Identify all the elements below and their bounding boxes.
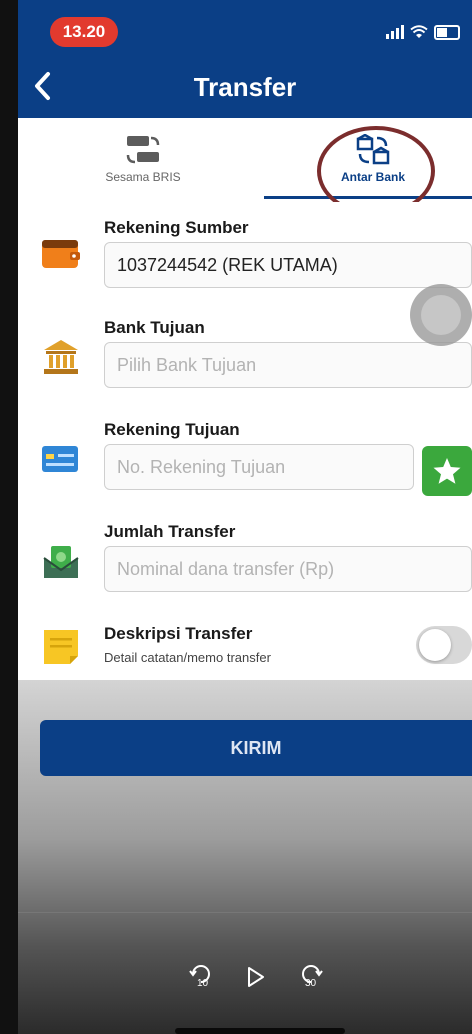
description-label: Deskripsi Transfer xyxy=(104,624,253,643)
star-icon xyxy=(433,458,461,484)
left-bezel xyxy=(0,0,18,1034)
page-title: Transfer xyxy=(193,72,297,102)
forward-button[interactable]: 30 xyxy=(298,962,324,993)
amount-input[interactable]: Nominal dana transfer (Rp) xyxy=(104,546,472,592)
signal-icon xyxy=(386,25,404,39)
tab-sesama-bris[interactable]: Sesama BRIS xyxy=(78,118,208,202)
amount-label: Jumlah Transfer xyxy=(104,522,236,541)
money-envelope-icon xyxy=(43,546,79,578)
bank-select[interactable]: Pilih Bank Tujuan xyxy=(104,342,472,388)
favorite-accounts-button[interactable] xyxy=(422,446,472,496)
memo-note-icon xyxy=(44,630,78,664)
forward-seconds: 30 xyxy=(305,978,317,989)
account-card-icon xyxy=(42,446,78,472)
play-button[interactable] xyxy=(246,966,266,993)
header-bar: 13.20 Transfer xyxy=(18,0,472,118)
video-controls: 10 30 xyxy=(178,962,338,996)
touch-indicator xyxy=(410,284,472,346)
transfer-arrows-icon xyxy=(126,136,160,164)
toggle-knob xyxy=(419,629,451,661)
source-account-label: Rekening Sumber xyxy=(104,218,249,237)
rewind-button[interactable]: 10 xyxy=(188,962,214,993)
submit-button[interactable]: KIRIM xyxy=(40,720,472,776)
dest-account-label: Rekening Tujuan xyxy=(104,420,240,439)
transfer-form: Rekening Sumber 1037244542 (REK UTAMA) B… xyxy=(18,202,472,722)
bank-icon xyxy=(44,340,78,374)
player-divider xyxy=(18,912,472,913)
bank-label: Bank Tujuan xyxy=(104,318,205,337)
description-sublabel: Detail catatan/memo transfer xyxy=(104,650,271,665)
status-icons xyxy=(386,22,460,42)
phone-screen: 13.20 Transfer Sesama BRIS Antar Bank Re… xyxy=(18,0,472,1034)
rewind-seconds: 10 xyxy=(197,978,209,989)
battery-icon xyxy=(434,24,460,40)
home-indicator xyxy=(175,1028,345,1034)
source-account-select[interactable]: 1037244542 (REK UTAMA) xyxy=(104,242,472,288)
dest-account-input[interactable]: No. Rekening Tujuan xyxy=(104,444,414,490)
status-time: 13.20 xyxy=(50,17,118,47)
wifi-icon xyxy=(410,25,428,38)
tab-sesama-bris-label: Sesama BRIS xyxy=(105,170,181,184)
wallet-icon xyxy=(42,240,80,268)
description-toggle[interactable] xyxy=(416,626,472,664)
play-icon xyxy=(248,967,264,987)
